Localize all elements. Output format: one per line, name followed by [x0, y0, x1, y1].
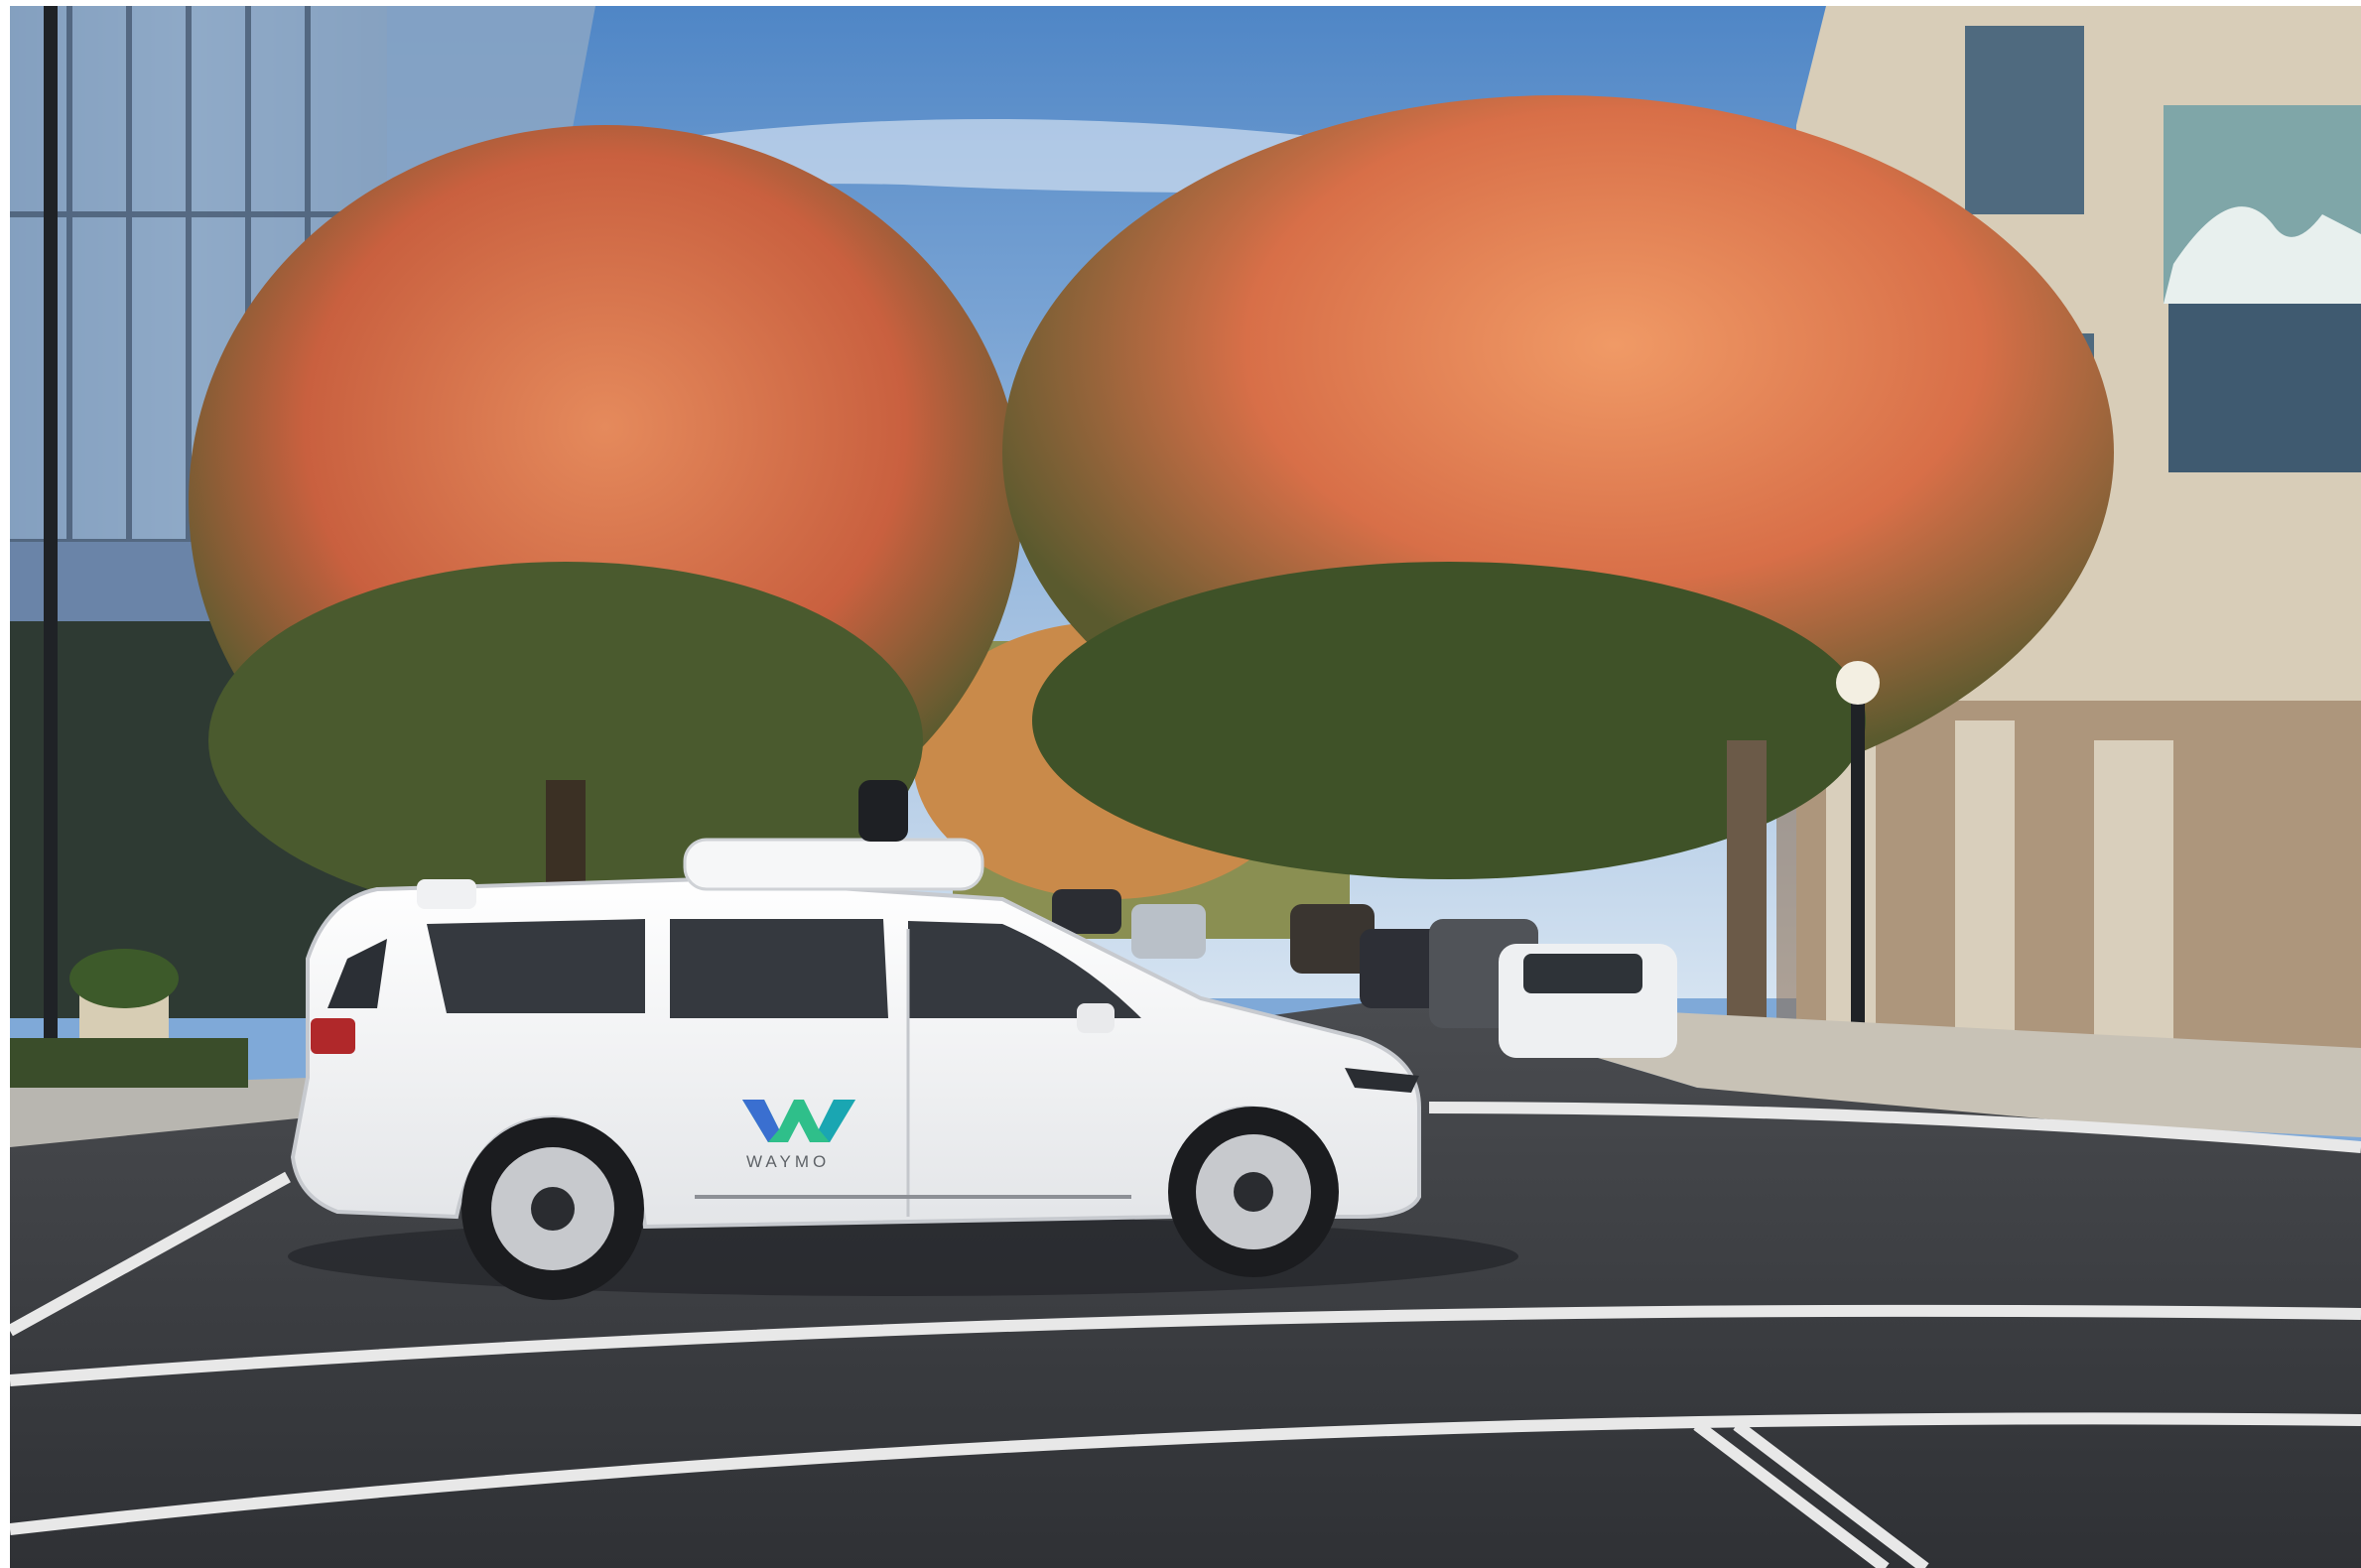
stone-building-windows-upper [1965, 26, 2084, 214]
side-mirror [1077, 1003, 1115, 1033]
front-wheel-hub [1234, 1172, 1273, 1212]
lidar-sensor [858, 780, 908, 842]
tail-light [311, 1018, 355, 1054]
planter-shrub [69, 949, 179, 1008]
street-photo: WAYMO [10, 6, 2361, 1568]
rear-wheel-hub [531, 1187, 575, 1231]
roof-sensor-dome [683, 838, 984, 891]
tree-right-trunk [1727, 740, 1767, 1058]
lamp-pole-left [44, 6, 58, 1127]
street-scene: WAYMO [10, 6, 2361, 1568]
rear-sensor [417, 879, 476, 909]
stone-building-windows-right [2168, 304, 2361, 472]
waymo-wordmark: WAYMO [746, 1152, 830, 1171]
lamp-globe [1836, 661, 1880, 705]
hedge [10, 1038, 248, 1088]
